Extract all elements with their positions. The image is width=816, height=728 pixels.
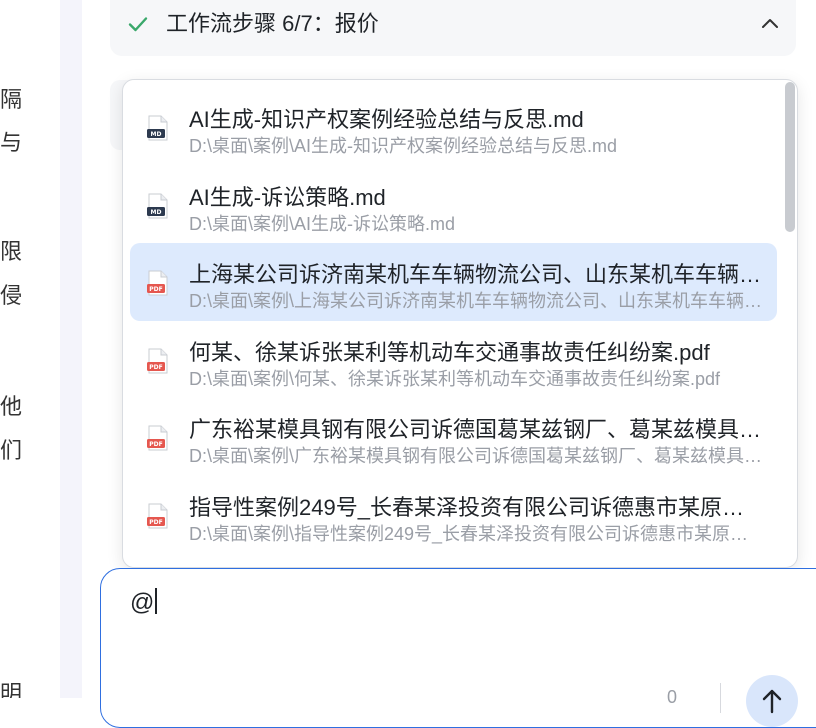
file-type-label: PDF <box>149 519 162 526</box>
file-name: AI生成-知识产权案例经验总结与反思.md <box>189 107 584 132</box>
file-list-item[interactable]: PDF 何某、徐某诉张某利等机动车交通事故责任纠纷案.pdf D:\桌面\案例\何某… <box>130 321 777 399</box>
file-list-item[interactable]: PDF 指导性案例249号_长春某泽投资有限公司诉德惠市某原有限公司.pdf D:\… <box>130 476 777 554</box>
file-list-item[interactable]: MD AI生成-知识产权案例经验总结与反思.md D:\桌面\案例\AI生成-知识产… <box>130 88 777 166</box>
file-mention-popup[interactable]: MD AI生成-知识产权案例经验总结与反思.md D:\桌面\案例\AI生成-知识产… <box>122 79 798 568</box>
send-button[interactable] <box>746 675 798 727</box>
file-path: D:\桌面\案例\何某、徐某诉张某利等机动车交通事故责任纠纷案.pdf <box>189 368 721 389</box>
file-path: D:\桌面\案例\AI生成-诉讼策略.md <box>189 213 456 234</box>
file-list-item[interactable]: PDF 广东裕某模具钢有限公司诉德国葛某兹钢厂、葛某兹模具钢有限公司.pdf D:\… <box>130 398 777 476</box>
chevron-up-icon[interactable] <box>758 12 782 36</box>
popup-scrollbar[interactable] <box>781 80 797 567</box>
markdown-file-icon: MD <box>147 193 168 218</box>
workflow-step-card[interactable]: 工作流步骤 6/7：报价 <box>110 0 796 56</box>
left-text-fragment: 们 <box>0 438 23 463</box>
file-path: D:\桌面\案例\广东裕某模具钢有限公司诉德国葛某兹钢厂、葛某兹模具钢有限公司.… <box>189 446 763 466</box>
arrow-up-icon <box>762 689 782 714</box>
left-text-fragment: 隔 <box>0 87 23 112</box>
left-text-fragment: 侵 <box>0 283 23 308</box>
file-type-label: MD <box>151 209 162 216</box>
file-type-label: PDF <box>149 286 162 293</box>
markdown-file-icon: MD <box>147 115 168 141</box>
left-text-fragment: 明 <box>0 681 23 699</box>
left-text-fragment: 他 <box>0 394 23 419</box>
file-type-label: MD <box>151 131 162 138</box>
file-name: AI生成-诉讼策略.md <box>189 184 386 210</box>
file-name: 上海某公司诉济南某机车车辆物流公司、山东某机车车辆物流公司.pdf <box>189 262 763 287</box>
file-list-item[interactable]: MD AI生成-诉讼策略.md D:\桌面\案例\AI生成-诉讼策略.md <box>130 166 777 244</box>
left-content-panel: 隔 与 限 侵 他 们 明 <box>0 0 60 698</box>
file-list-item[interactable]: PDF 上海某公司诉济南某机车车辆物流公司、山东某机车车辆物流公司.pdf D:\桌… <box>130 243 777 321</box>
file-type-label: PDF <box>149 364 162 371</box>
pdf-file-icon: PDF <box>147 503 168 528</box>
input-divider <box>720 683 721 713</box>
file-path: D:\桌面\案例\上海某公司诉济南某机车车辆物流公司、山东某机车车辆物流公司.p… <box>189 291 763 311</box>
file-name: 指导性案例249号_长春某泽投资有限公司诉德惠市某原有限公司.pdf <box>189 494 763 520</box>
left-text-fragment: 与 <box>0 130 23 155</box>
pdf-file-icon: PDF <box>147 270 168 296</box>
chat-input-text: @ <box>130 589 155 616</box>
file-path: D:\桌面\案例\指导性案例249号_长春某泽投资有限公司诉德惠市某原有限公司.… <box>189 523 763 544</box>
scrollbar-thumb[interactable] <box>785 82 795 232</box>
workflow-step-title: 工作流步骤 6/7：报价 <box>166 11 379 36</box>
text-caret <box>155 588 158 614</box>
left-text-fragment: 限 <box>0 239 23 264</box>
chat-input-box[interactable]: @ 0 <box>100 568 816 728</box>
panel-divider[interactable] <box>60 0 82 698</box>
file-name: 何某、徐某诉张某利等机动车交通事故责任纠纷案.pdf <box>189 339 710 365</box>
pdf-file-icon: PDF <box>147 348 168 373</box>
file-path: D:\桌面\案例\AI生成-知识产权案例经验总结与反思.md <box>189 136 618 156</box>
chat-input-field[interactable]: @ <box>130 587 158 619</box>
pdf-file-icon: PDF <box>147 425 168 451</box>
file-type-label: PDF <box>149 441 162 448</box>
check-icon <box>128 17 148 32</box>
file-name: 广东裕某模具钢有限公司诉德国葛某兹钢厂、葛某兹模具钢有限公司.pdf <box>189 417 763 442</box>
